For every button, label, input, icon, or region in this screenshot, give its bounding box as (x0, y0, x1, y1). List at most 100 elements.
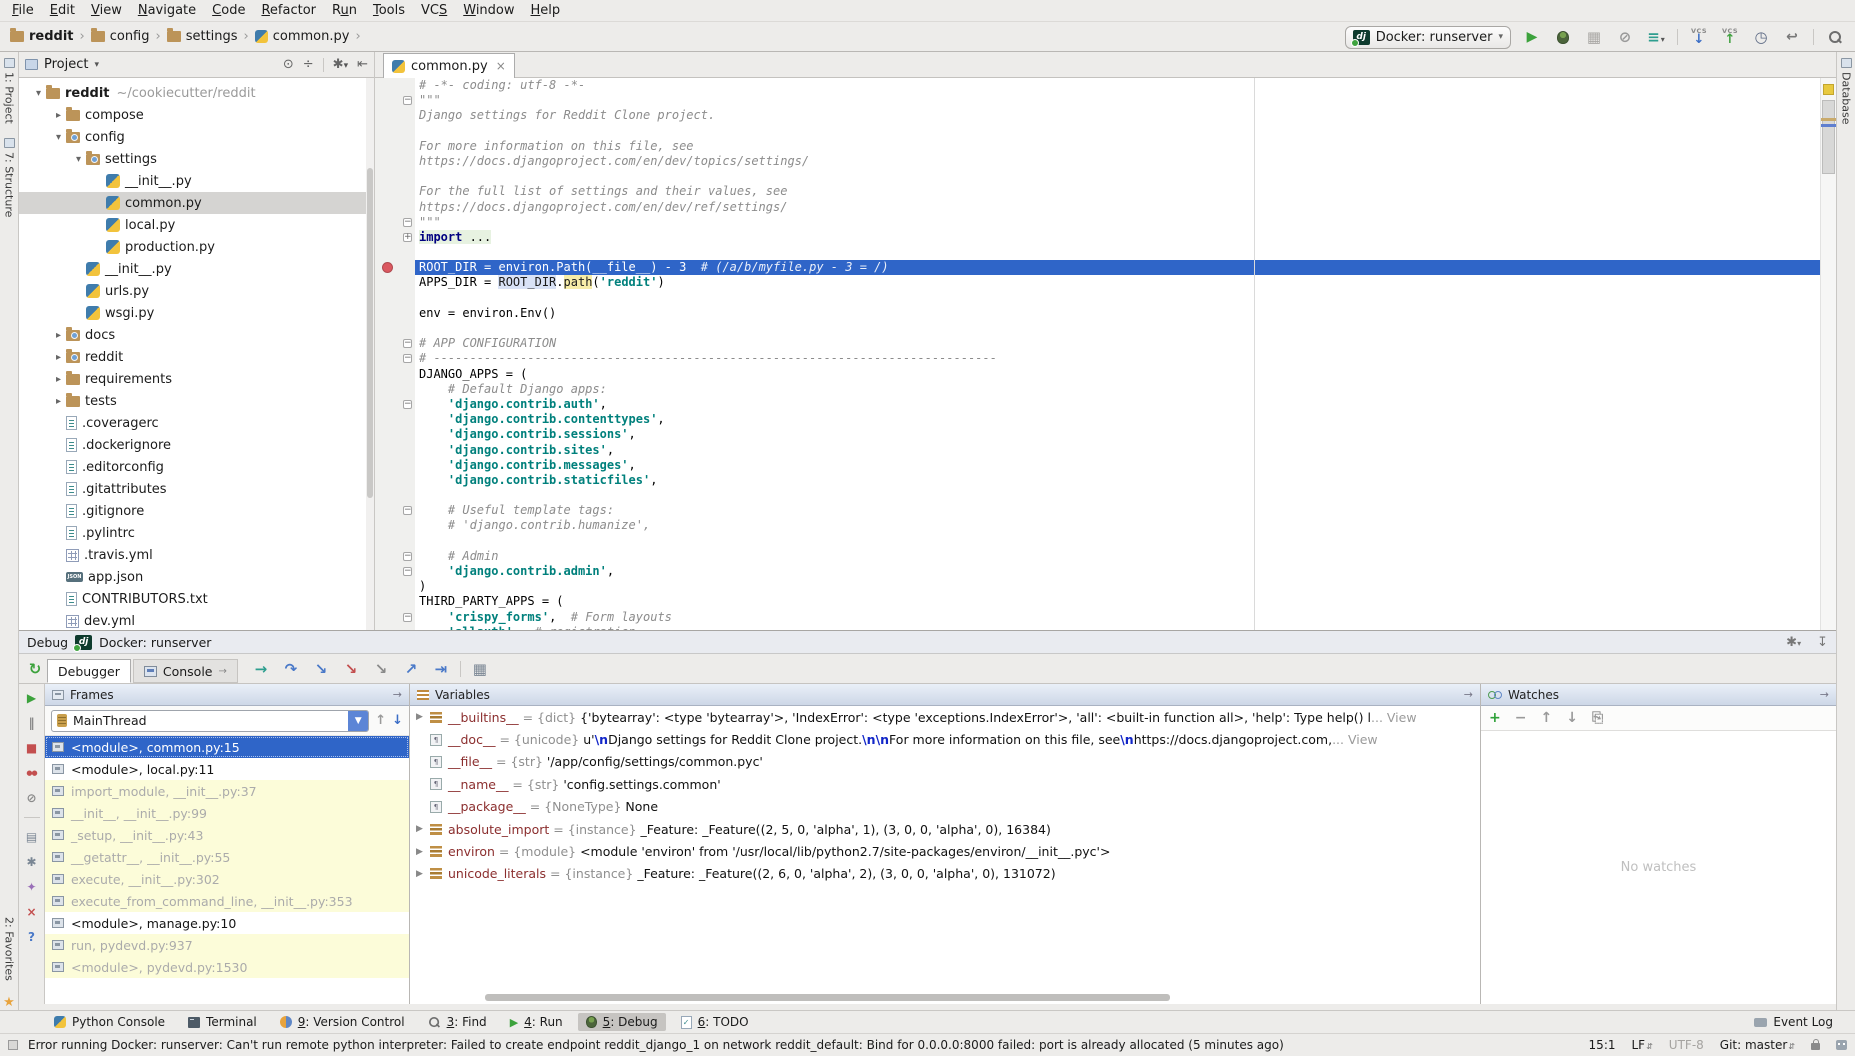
editor-gutter[interactable] (375, 321, 415, 336)
tool-tab-event-log[interactable]: Event Log (1746, 1013, 1841, 1031)
editor-gutter[interactable] (375, 443, 415, 458)
editor-gutter[interactable]: − (375, 564, 415, 579)
code-line[interactable]: ) (375, 579, 1820, 594)
fold-marker-icon[interactable]: − (403, 218, 412, 227)
variable-row[interactable]: __package__ = {NoneType} None (410, 796, 1480, 818)
project-settings-button[interactable]: ✱▾ (333, 57, 348, 72)
frame-row[interactable]: execute_from_command_line, __init__.py:3… (45, 890, 409, 912)
force-step-into-button[interactable]: ↘ (370, 660, 392, 678)
variable-row[interactable]: __name__ = {str} 'config.settings.common… (410, 773, 1480, 795)
step-into-button[interactable]: ↘ (310, 660, 332, 678)
rerun-button[interactable]: ↻ (23, 660, 47, 678)
code-line[interactable]: 'django.contrib.sites', (375, 443, 1820, 458)
duplicate-watch-button[interactable]: ⎘ (1592, 710, 1603, 726)
rollback-button[interactable] (1782, 26, 1802, 48)
resume-program-button[interactable]: ▶ (22, 690, 42, 706)
tree-item-app-json[interactable]: app.json (19, 566, 366, 588)
expand-arrow-icon[interactable]: ▶ (416, 847, 430, 857)
code-line[interactable]: For the full list of settings and their … (375, 184, 1820, 199)
pause-program-button[interactable]: ‖ (22, 715, 42, 731)
code-line[interactable]: env = environ.Env() (375, 306, 1820, 321)
editor-gutter[interactable] (375, 306, 415, 321)
run-button[interactable] (1522, 26, 1542, 48)
move-watch-down-button[interactable]: ↓ (1566, 710, 1578, 726)
code-line[interactable] (375, 321, 1820, 336)
tool-tab-debug[interactable]: 5: Debug (578, 1013, 666, 1031)
vcs-branch-selector[interactable]: Git: master⇵ (1720, 1038, 1795, 1052)
error-stripe-mark[interactable] (1821, 124, 1836, 127)
vcsup-button[interactable] (1720, 26, 1740, 48)
menu-item-edit[interactable]: Edit (42, 2, 83, 19)
hide-debug-window-button[interactable]: ↧ (1817, 635, 1828, 650)
editor-gutter[interactable] (375, 275, 415, 290)
error-stripe-mark[interactable] (1821, 118, 1836, 121)
frame-row[interactable]: __getattr__, __init__.py:55 (45, 846, 409, 868)
breadcrumb-item-common-py[interactable]: common.py (255, 29, 350, 44)
coverage-button[interactable] (1584, 26, 1604, 48)
tree-item-config[interactable]: ▾config (19, 126, 366, 148)
tree-item-docs[interactable]: ▸docs (19, 324, 366, 346)
thread-selector[interactable]: MainThread ▼ (51, 710, 369, 732)
view-breakpoints-button[interactable]: ●● (22, 765, 42, 781)
frame-row[interactable]: __init__, __init__.py:99 (45, 802, 409, 824)
editor-gutter[interactable]: − (375, 397, 415, 412)
close-tab-icon[interactable]: × (496, 59, 506, 73)
code-line[interactable]: https://docs.djangoproject.com/en/dev/to… (375, 154, 1820, 169)
tree-item-local-py[interactable]: local.py (19, 214, 366, 236)
float-panel-icon[interactable]: → (1820, 688, 1829, 701)
tree-expanded-arrow-icon[interactable]: ▾ (71, 154, 86, 165)
stripe-item-1-project[interactable]: 1: Project (3, 58, 16, 124)
breadcrumb-item-reddit[interactable]: reddit (10, 29, 74, 44)
editor-gutter[interactable] (375, 184, 415, 199)
editor-gutter[interactable]: − (375, 336, 415, 351)
code-line[interactable]: −# APP CONFIGURATION (375, 336, 1820, 351)
tree-item-dev-yml[interactable]: dev.yml (19, 610, 366, 630)
stripe-item-database[interactable]: Database (1840, 58, 1853, 125)
tree-collapsed-arrow-icon[interactable]: ▸ (51, 374, 66, 385)
tool-tab-find[interactable]: 3: Find (420, 1013, 495, 1031)
stripe-item-7-structure[interactable]: 7: Structure (3, 138, 16, 217)
view-link[interactable]: ... View (1371, 710, 1417, 725)
expand-arrow-icon[interactable]: ▶ (416, 824, 430, 834)
tree-item-dockerignore[interactable]: .dockerignore (19, 434, 366, 456)
editor-gutter[interactable]: − (375, 351, 415, 366)
editor-gutter[interactable] (375, 169, 415, 184)
help-button[interactable]: ? (22, 929, 42, 945)
variable-row[interactable]: ▶absolute_import = {instance} _Feature: … (410, 818, 1480, 840)
tool-tab-python-console[interactable]: Python Console (46, 1013, 173, 1031)
float-panel-icon[interactable]: → (393, 688, 402, 701)
tool-tab-terminal[interactable]: Terminal (180, 1013, 265, 1031)
fold-marker-icon[interactable]: + (403, 233, 412, 242)
tree-collapsed-arrow-icon[interactable]: ▸ (51, 352, 66, 363)
runcfg-button[interactable] (1646, 26, 1666, 48)
menu-item-file[interactable]: File (4, 2, 42, 19)
menu-item-vcs[interactable]: VCS (413, 2, 455, 19)
code-line[interactable] (375, 534, 1820, 549)
encoding-selector[interactable]: UTF-8 (1669, 1038, 1704, 1052)
view-link[interactable]: ... View (1332, 732, 1378, 747)
tree-item-init-py[interactable]: __init__.py (19, 170, 366, 192)
variable-row[interactable]: ▶environ = {module} <module 'environ' fr… (410, 840, 1480, 862)
frame-row[interactable]: _setup, __init__.py:43 (45, 824, 409, 846)
mute-breakpoints-button[interactable]: ⊘ (22, 790, 42, 806)
breadcrumb-item-settings[interactable]: settings (167, 29, 238, 44)
editor-gutter[interactable] (375, 579, 415, 594)
frame-row[interactable]: <module>, pydevd.py:1530 (45, 956, 409, 978)
frame-row[interactable]: execute, __init__.py:302 (45, 868, 409, 890)
editor-gutter[interactable] (375, 534, 415, 549)
code-line[interactable]: THIRD_PARTY_APPS = ( (375, 594, 1820, 609)
caret-position[interactable]: 15:1 (1589, 1038, 1616, 1052)
editor-gutter[interactable]: − (375, 610, 415, 625)
tree-collapsed-arrow-icon[interactable]: ▸ (51, 110, 66, 121)
variables-horizontal-scrollbar[interactable] (485, 994, 1170, 1001)
show-execution-point-button[interactable]: → (250, 660, 272, 678)
code-line[interactable]: − # Useful template tags: (375, 503, 1820, 518)
code-line[interactable]: − # Admin (375, 549, 1820, 564)
variable-row[interactable]: ▶__builtins__ = {dict} {'bytearray': <ty… (410, 706, 1480, 728)
tool-window-toggle-icon[interactable] (8, 1040, 18, 1050)
tree-item-wsgi-py[interactable]: wsgi.py (19, 302, 366, 324)
float-panel-icon[interactable]: → (1464, 688, 1473, 701)
menu-item-refactor[interactable]: Refactor (253, 2, 324, 19)
tree-item-tests[interactable]: ▸tests (19, 390, 366, 412)
tree-item-travis-yml[interactable]: .travis.yml (19, 544, 366, 566)
